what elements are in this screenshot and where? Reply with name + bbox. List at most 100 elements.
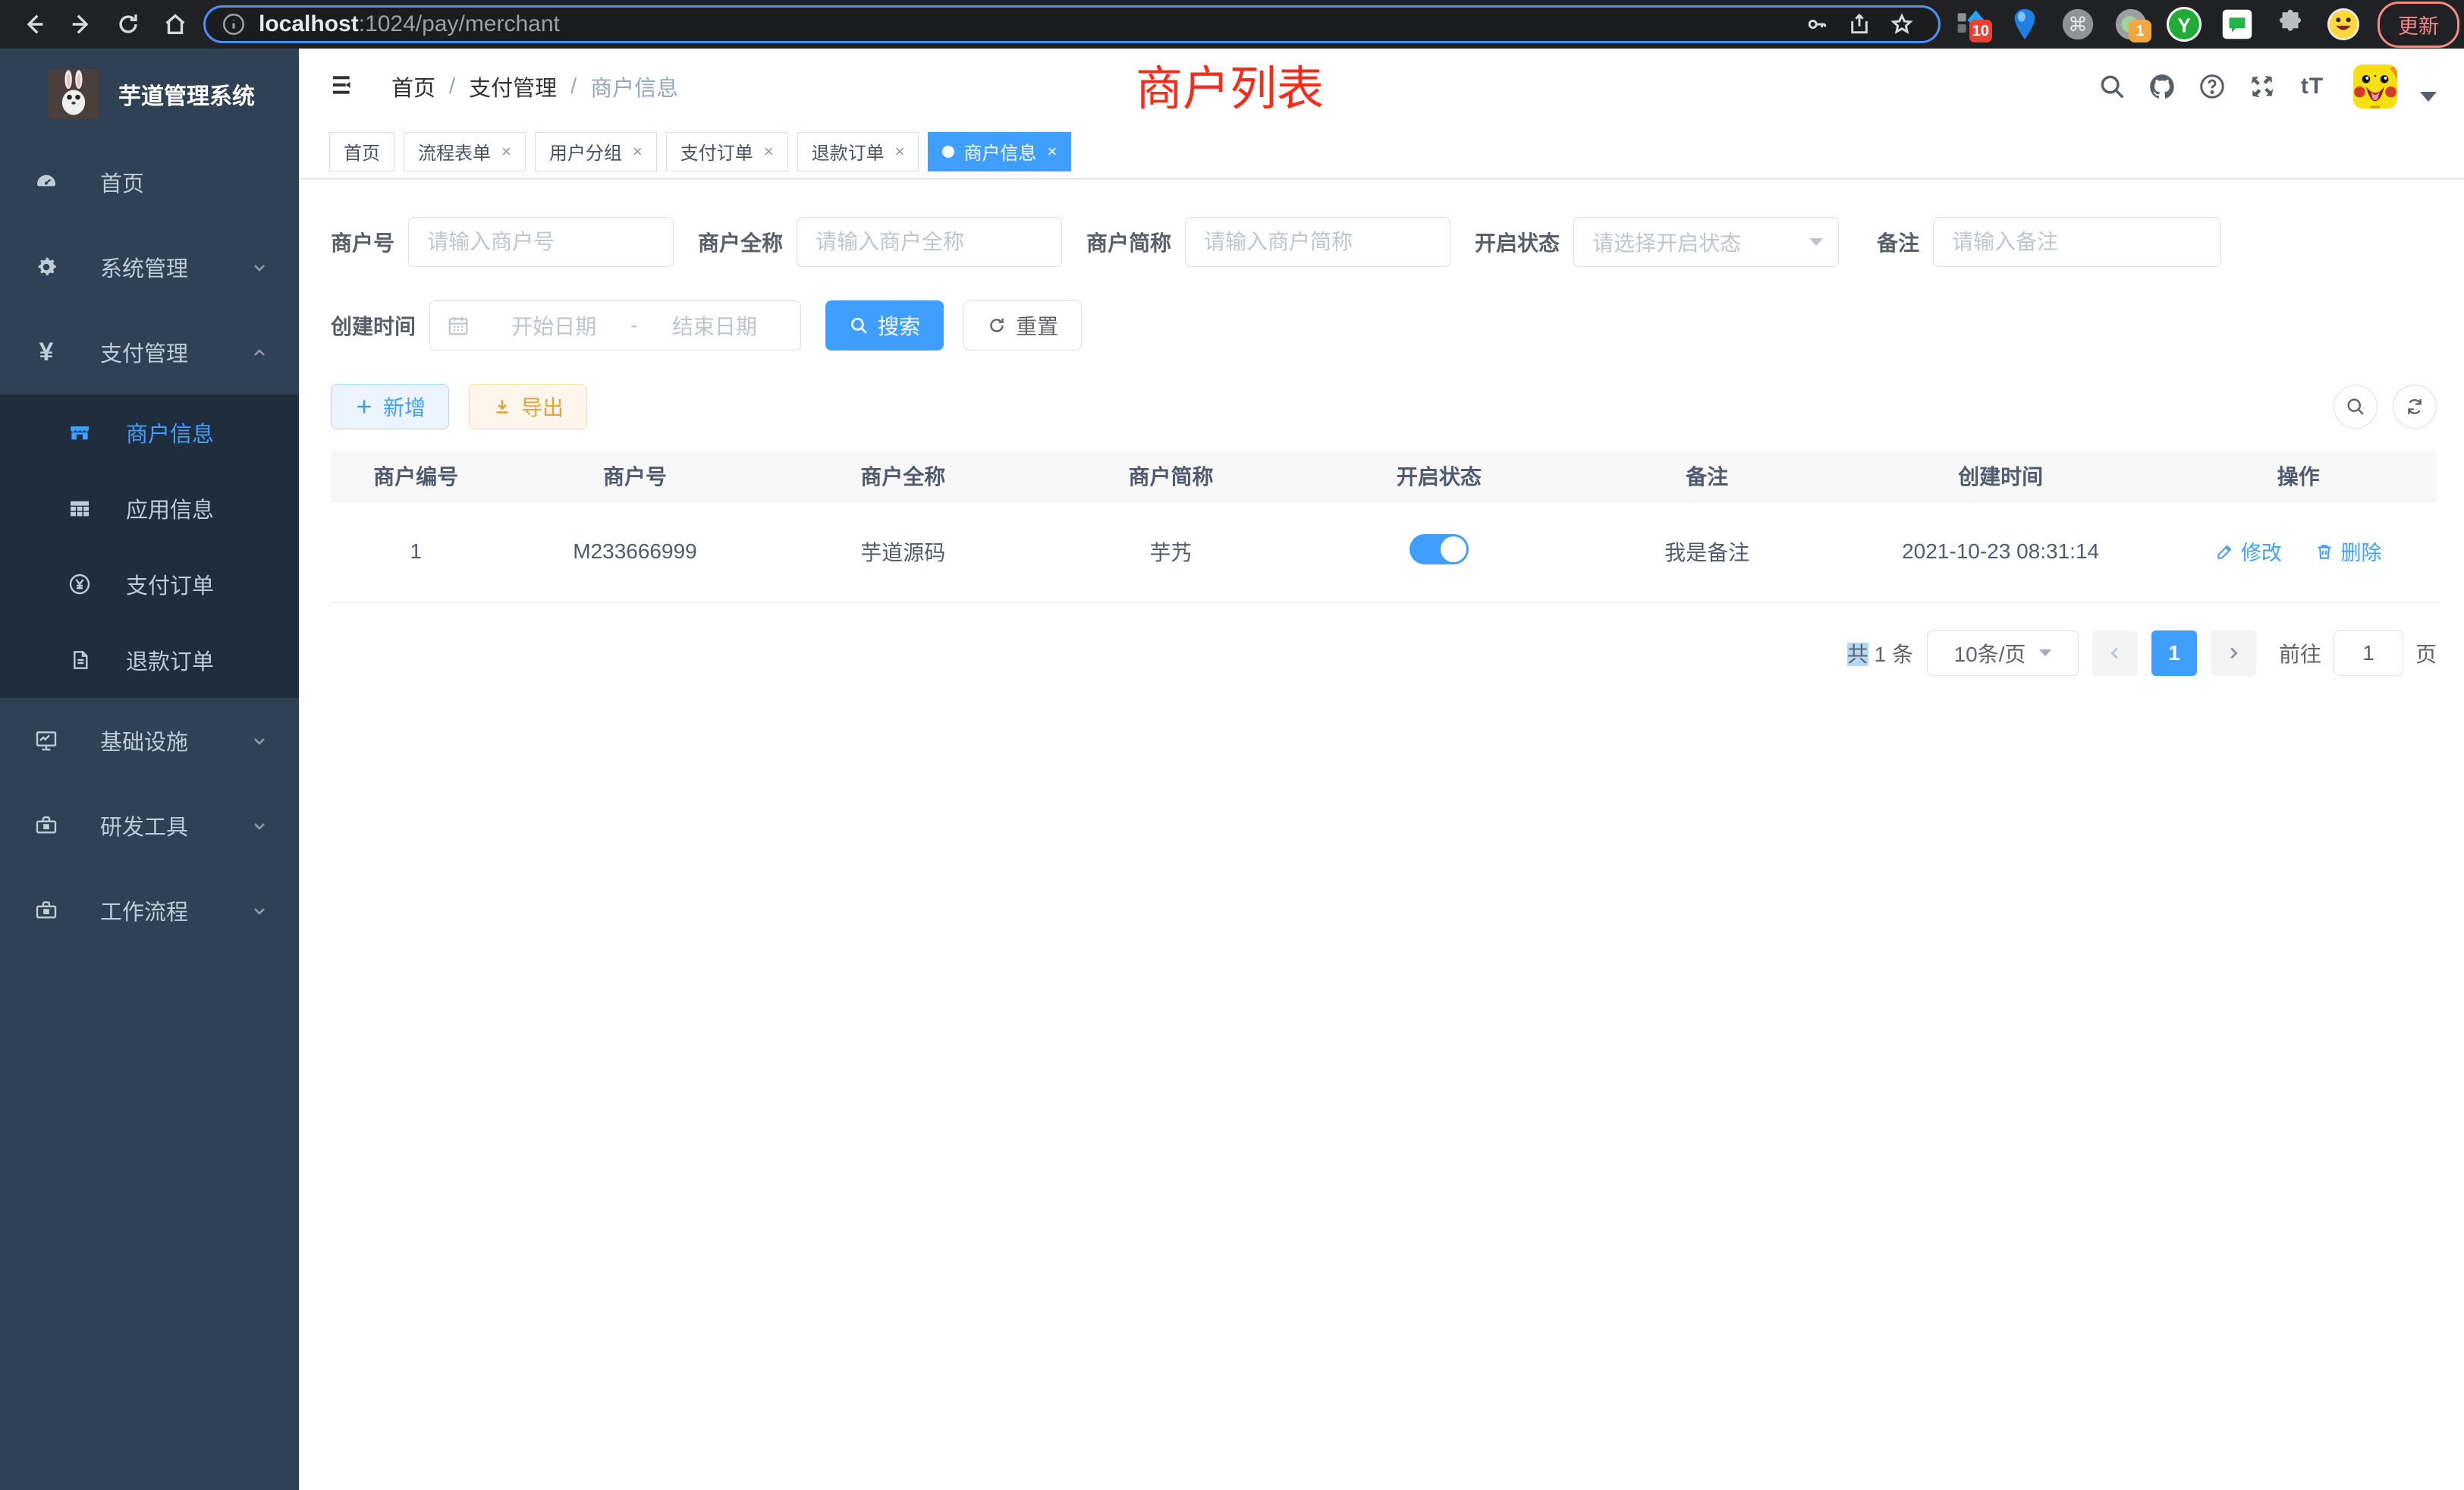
export-button[interactable]: 导出 (469, 384, 587, 429)
remark-input[interactable] (1933, 217, 2221, 267)
sidebar-item-merchant-info[interactable]: 商户信息 (0, 395, 299, 470)
merchant-table: 商户编号 商户号 商户全称 商户简称 开启状态 备注 创建时间 操作 1 (331, 451, 2437, 603)
tab-user-group[interactable]: 用户分组 × (535, 132, 657, 171)
browser-update-button[interactable]: 更新 (2378, 2, 2459, 48)
extension-badge: 10 (1969, 20, 1992, 42)
password-key-icon[interactable] (1796, 9, 1838, 39)
tab-process-form[interactable]: 流程表单× (404, 132, 526, 171)
extension-command-icon[interactable]: ⌘ (2054, 5, 2101, 44)
sidebar-item-home[interactable]: 首页 (0, 140, 299, 225)
bookmark-star-icon[interactable] (1881, 9, 1923, 39)
address-bar[interactable]: localhost:1024/pay/merchant (203, 5, 1941, 43)
breadcrumb-item[interactable]: 首页 (391, 71, 435, 102)
reset-button[interactable]: 重置 (963, 300, 1082, 350)
tab-label: 用户分组 (549, 138, 622, 165)
page-number-button[interactable]: 1 (2151, 630, 2197, 676)
header-search-icon[interactable] (2092, 67, 2132, 106)
tab-home[interactable]: 首页 (329, 132, 394, 171)
sidebar-item-pay[interactable]: ¥ 支付管理 (0, 310, 299, 395)
status-select[interactable]: 请选择开启状态 (1573, 217, 1839, 267)
search-button-label: 搜索 (878, 310, 920, 341)
help-icon[interactable] (2192, 67, 2232, 106)
create-time-range-picker[interactable]: 开始日期 - 结束日期 (429, 300, 801, 350)
home-icon[interactable] (152, 5, 199, 43)
field-label: 创建时间 (331, 310, 416, 341)
merchant-no-input[interactable] (408, 217, 674, 267)
start-date-placeholder[interactable]: 开始日期 (482, 310, 626, 341)
field-label: 商户号 (331, 227, 394, 257)
chevron-down-icon (250, 731, 269, 750)
extensions-puzzle-icon[interactable] (2267, 5, 2314, 44)
site-info-icon[interactable] (221, 11, 247, 37)
tab-refund-order[interactable]: 退款订单× (797, 132, 919, 171)
cell-actions: 修改 删除 (2160, 501, 2437, 602)
refresh-table-icon[interactable] (2393, 385, 2437, 429)
hide-search-icon[interactable] (2334, 385, 2378, 429)
table-row: 1 M233666999 芋道源码 芋艿 我是备注 2021-10-23 08:… (331, 501, 2437, 602)
delete-link-label: 删除 (2340, 536, 2381, 566)
filter-create-time: 创建时间 开始日期 - 结束日期 (331, 300, 801, 350)
close-icon[interactable]: × (501, 142, 511, 162)
cell-full-name: 芋道源码 (769, 501, 1037, 602)
sidebar-item-refund-order[interactable]: 退款订单 (0, 622, 299, 698)
close-icon[interactable]: × (1047, 142, 1057, 162)
github-icon[interactable] (2142, 67, 2182, 106)
tab-merchant-info[interactable]: 商户信息× (928, 132, 1071, 171)
sidebar-item-label: 支付管理 (100, 336, 250, 368)
plus-icon (354, 397, 374, 417)
user-avatar[interactable] (2353, 64, 2397, 108)
extension-chat-icon[interactable] (2214, 5, 2261, 44)
fullscreen-icon[interactable] (2242, 67, 2282, 106)
sidebar-item-system[interactable]: 系统管理 (0, 225, 299, 310)
status-toggle[interactable] (1410, 534, 1469, 564)
prev-page-button[interactable] (2092, 630, 2138, 676)
extension-y-icon[interactable]: Y (2161, 5, 2208, 44)
back-icon[interactable] (11, 5, 58, 43)
app-frame: 芋道管理系统 首页 系统管理 ¥ 支付管理 (0, 49, 2464, 1490)
monitor-chart-icon (33, 728, 59, 753)
extension-pin-icon[interactable] (2001, 5, 2048, 44)
sidebar-toggle-icon[interactable] (329, 70, 363, 103)
sidebar-item-label: 首页 (100, 166, 269, 198)
end-date-placeholder[interactable]: 结束日期 (643, 310, 787, 341)
delete-link[interactable]: 删除 (2315, 536, 2381, 566)
font-size-icon[interactable]: tT (2293, 67, 2332, 106)
goto-page-input[interactable] (2334, 630, 2403, 676)
edit-link[interactable]: 修改 (2215, 536, 2282, 566)
app-logo-row[interactable]: 芋道管理系统 (0, 49, 299, 140)
sidebar-item-infra[interactable]: 基础设施 (0, 698, 299, 783)
tags-view-bar: 首页 流程表单× 用户分组 × 支付订单× 退款订单× 商户信息× (299, 124, 2464, 179)
col-remark: 备注 (1573, 451, 1841, 501)
table-grid-icon (67, 495, 93, 521)
shop-icon (67, 420, 93, 445)
forward-icon[interactable] (58, 5, 105, 43)
filter-remark: 备注 (1877, 217, 2221, 267)
next-page-button[interactable] (2211, 630, 2256, 676)
search-button[interactable]: 搜索 (825, 300, 944, 350)
share-icon[interactable] (1838, 9, 1881, 39)
close-icon[interactable]: × (633, 142, 643, 162)
extension-emoji-icon[interactable] (2320, 5, 2367, 44)
short-name-input[interactable] (1185, 217, 1450, 267)
export-button-label: 导出 (521, 391, 564, 422)
full-name-input[interactable] (797, 217, 1062, 267)
extension-proxy-icon[interactable]: 1 (2107, 5, 2154, 44)
page-annotation-title: 商户列表 (1136, 50, 1324, 118)
sidebar-item-app-info[interactable]: 应用信息 (0, 470, 299, 546)
close-icon[interactable]: × (895, 142, 905, 162)
add-button[interactable]: 新增 (331, 384, 449, 429)
avatar-dropdown-caret[interactable] (2420, 92, 2437, 102)
trash-icon (2315, 542, 2334, 561)
breadcrumb-item[interactable]: 支付管理 (469, 71, 557, 102)
sidebar-item-workflow[interactable]: 工作流程 (0, 868, 299, 953)
sidebar-item-devtools[interactable]: 研发工具 (0, 783, 299, 868)
reload-icon[interactable] (105, 5, 152, 43)
close-icon[interactable]: × (764, 142, 774, 162)
cell-merchant-id: 1 (331, 501, 501, 602)
tab-pay-order[interactable]: 支付订单× (666, 132, 788, 171)
table-tools (2334, 385, 2437, 429)
chevron-down-icon (250, 816, 269, 835)
sidebar-item-pay-order[interactable]: 支付订单 (0, 546, 299, 622)
page-size-select[interactable]: 10条/页 (1927, 630, 2079, 676)
extension-bookmarks-icon[interactable]: 10 (1948, 5, 1995, 44)
